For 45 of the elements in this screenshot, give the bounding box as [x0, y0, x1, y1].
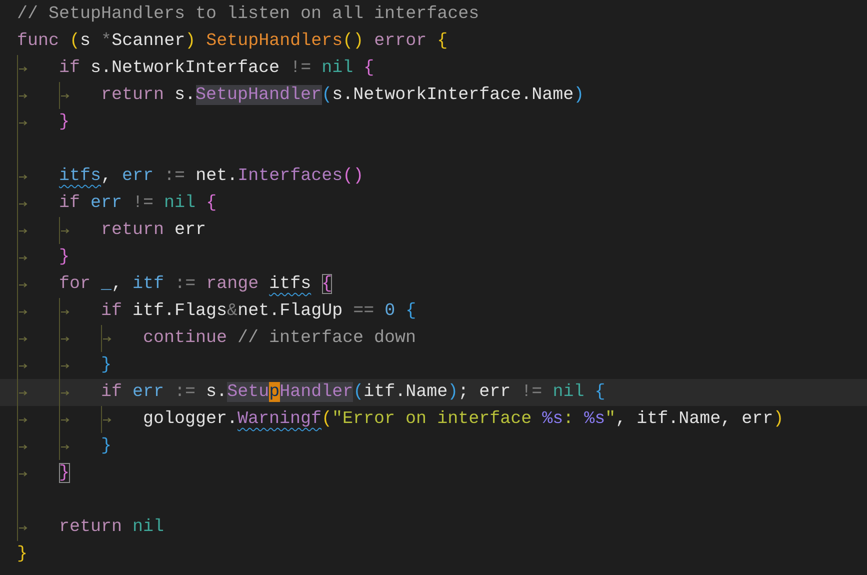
tab-arrow-icon	[61, 416, 70, 422]
code-line: if err := s.SetupHandler(itf.Name); err != nil {	[101, 381, 606, 404]
tab-arrow-icon	[19, 390, 28, 396]
tab-arrow-icon	[19, 470, 28, 476]
tab-arrow-icon	[19, 336, 28, 342]
tab-arrow-icon	[61, 228, 70, 234]
tab-arrow-icon	[19, 92, 28, 98]
code-line: }	[17, 543, 28, 566]
code-line: continue // interface down	[143, 327, 416, 350]
tab-arrow-icon	[19, 416, 28, 422]
tab-arrow-icon	[61, 308, 70, 314]
tab-arrow-icon	[19, 228, 28, 234]
tab-arrow-icon	[61, 362, 70, 368]
code-line: }	[59, 246, 70, 269]
code-line: }	[59, 462, 70, 485]
code-line: for _, itf := range itfs {	[59, 273, 332, 296]
tab-arrow-icon	[19, 444, 28, 450]
tab-arrow-icon	[19, 254, 28, 260]
tab-arrow-icon	[61, 390, 70, 396]
tab-arrow-icon	[19, 362, 28, 368]
tab-arrow-icon	[19, 308, 28, 314]
code-line: return nil	[59, 516, 164, 539]
tab-arrow-icon	[19, 174, 28, 180]
code-line: }	[101, 435, 112, 458]
code-line: func (s *Scanner) SetupHandlers() error {	[17, 30, 448, 53]
code-line: if err != nil {	[59, 192, 217, 215]
code-comment: // SetupHandlers to listen on all interfaces	[17, 3, 480, 26]
code-line: if s.NetworkInterface != nil {	[59, 57, 374, 80]
code-line: }	[101, 354, 112, 377]
code-line: itfs, err := net.Interfaces()	[59, 165, 364, 188]
tab-arrow-icon	[19, 282, 28, 288]
code-line: }	[59, 111, 70, 134]
tab-arrow-icon	[19, 524, 28, 530]
tab-arrow-icon	[61, 92, 70, 98]
code-line: return s.SetupHandler(s.NetworkInterface.Name)	[101, 84, 584, 107]
tab-arrow-icon	[61, 444, 70, 450]
tab-arrow-icon	[103, 336, 112, 342]
tab-arrow-icon	[19, 120, 28, 126]
tab-arrow-icon	[19, 66, 28, 72]
tab-arrow-icon	[103, 416, 112, 422]
code-line: if itf.Flags&net.FlagUp == 0 {	[101, 300, 416, 323]
tab-arrow-icon	[61, 336, 70, 342]
tab-arrow-icon	[19, 200, 28, 206]
code-line: gologger.Warningf("Error on interface %s: %s", itf.Name, err)	[143, 408, 784, 431]
code-line: return err	[101, 219, 206, 242]
